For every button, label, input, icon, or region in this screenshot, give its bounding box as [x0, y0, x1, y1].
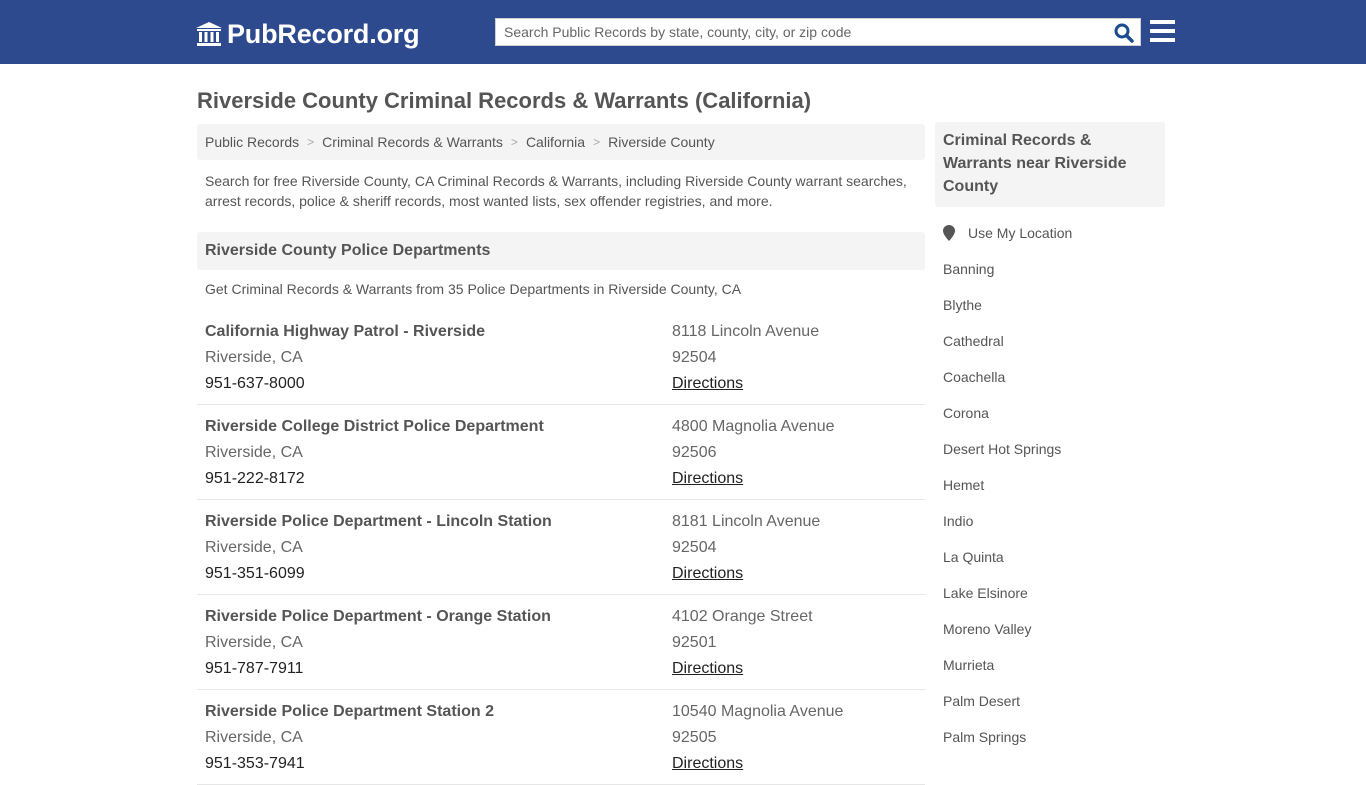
- sidebar-city-link[interactable]: Cathedral: [943, 323, 1163, 359]
- department-phone[interactable]: 951-353-7941: [205, 751, 494, 777]
- department-city: Riverside, CA: [205, 539, 303, 556]
- search-icon[interactable]: [1112, 21, 1136, 45]
- department-phone[interactable]: 951-222-8172: [205, 466, 544, 492]
- breadcrumb-separator: >: [510, 135, 518, 149]
- list-item: Riverside Police Department - Orange Sta…: [197, 595, 925, 690]
- department-city: Riverside, CA: [205, 349, 303, 366]
- sidebar-city-list: Use My Location Banning Blythe Cathedral…: [943, 215, 1163, 755]
- use-my-location-label: Use My Location: [968, 225, 1073, 241]
- breadcrumb: Public Records > Criminal Records & Warr…: [197, 124, 925, 160]
- site-logo[interactable]: PubRecord.org: [195, 17, 420, 51]
- department-city: Riverside, CA: [205, 729, 303, 746]
- department-name[interactable]: Riverside Police Department - Lincoln St…: [205, 509, 552, 535]
- department-address: 8118 Lincoln Avenue: [672, 323, 820, 340]
- department-list: California Highway Patrol - Riverside Ri…: [197, 310, 925, 785]
- department-phone[interactable]: 951-637-8000: [205, 371, 485, 397]
- breadcrumb-riverside-county[interactable]: Riverside County: [608, 134, 715, 150]
- sidebar-city-link[interactable]: Moreno Valley: [943, 611, 1163, 647]
- directions-link[interactable]: Directions: [672, 466, 835, 492]
- list-item: Riverside Police Department - Lincoln St…: [197, 500, 925, 595]
- department-zip: 92501: [672, 634, 717, 651]
- sidebar-city-link[interactable]: Banning: [943, 251, 1163, 287]
- top-navbar: PubRecord.org: [0, 0, 1366, 64]
- page-title: Riverside County Criminal Records & Warr…: [197, 88, 812, 113]
- sidebar-city-link[interactable]: Palm Springs: [943, 719, 1163, 755]
- sidebar-city-link[interactable]: Blythe: [943, 287, 1163, 323]
- breadcrumb-criminal-records[interactable]: Criminal Records & Warrants: [322, 134, 503, 150]
- department-phone[interactable]: 951-787-7911: [205, 656, 551, 682]
- sidebar-city-link[interactable]: Indio: [943, 503, 1163, 539]
- hamburger-menu-icon[interactable]: [1150, 20, 1175, 42]
- sidebar-city-link[interactable]: Hemet: [943, 467, 1163, 503]
- use-my-location-button[interactable]: Use My Location: [943, 215, 1163, 251]
- search-bar: [495, 18, 1141, 46]
- department-zip: 92504: [672, 349, 717, 366]
- sidebar-city-link[interactable]: Lake Elsinore: [943, 575, 1163, 611]
- department-zip: 92505: [672, 729, 717, 746]
- breadcrumb-public-records[interactable]: Public Records: [205, 134, 299, 150]
- sidebar-heading: Criminal Records & Warrants near Riversi…: [935, 122, 1165, 207]
- breadcrumb-separator: >: [307, 135, 315, 149]
- map-pin-icon: [943, 225, 955, 241]
- list-item: California Highway Patrol - Riverside Ri…: [197, 310, 925, 405]
- department-address: 4800 Magnolia Avenue: [672, 418, 835, 435]
- department-zip: 92506: [672, 444, 717, 461]
- directions-link[interactable]: Directions: [672, 751, 843, 777]
- sidebar-city-link[interactable]: Murrieta: [943, 647, 1163, 683]
- sidebar-city-link[interactable]: Corona: [943, 395, 1163, 431]
- logo-text: PubRecord.org: [227, 19, 420, 49]
- department-address: 10540 Magnolia Avenue: [672, 703, 844, 720]
- directions-link[interactable]: Directions: [672, 371, 819, 397]
- intro-text: Search for free Riverside County, CA Cri…: [205, 173, 907, 209]
- department-name[interactable]: California Highway Patrol - Riverside: [205, 319, 485, 345]
- department-city: Riverside, CA: [205, 444, 303, 461]
- directions-link[interactable]: Directions: [672, 561, 820, 587]
- directions-link[interactable]: Directions: [672, 656, 813, 682]
- breadcrumb-california[interactable]: California: [526, 134, 585, 150]
- sidebar-city-link[interactable]: Desert Hot Springs: [943, 431, 1163, 467]
- breadcrumb-separator: >: [593, 135, 601, 149]
- department-name[interactable]: Riverside College District Police Depart…: [205, 414, 544, 440]
- list-item: Riverside Police Department Station 2 Ri…: [197, 690, 925, 785]
- section-subtitle: Get Criminal Records & Warrants from 35 …: [205, 281, 742, 297]
- department-address: 8181 Lincoln Avenue: [672, 513, 821, 530]
- department-phone[interactable]: 951-351-6099: [205, 561, 552, 587]
- department-name[interactable]: Riverside Police Department - Orange Sta…: [205, 604, 551, 630]
- department-zip: 92504: [672, 539, 717, 556]
- department-name[interactable]: Riverside Police Department Station 2: [205, 699, 494, 725]
- search-input[interactable]: [496, 19, 1106, 45]
- list-item: Riverside College District Police Depart…: [197, 405, 925, 500]
- department-address: 4102 Orange Street: [672, 608, 813, 625]
- sidebar-city-link[interactable]: La Quinta: [943, 539, 1163, 575]
- department-city: Riverside, CA: [205, 634, 303, 651]
- section-heading: Riverside County Police Departments: [197, 232, 925, 270]
- sidebar-city-link[interactable]: Palm Desert: [943, 683, 1163, 719]
- sidebar-city-link[interactable]: Coachella: [943, 359, 1163, 395]
- courthouse-icon: [196, 22, 222, 46]
